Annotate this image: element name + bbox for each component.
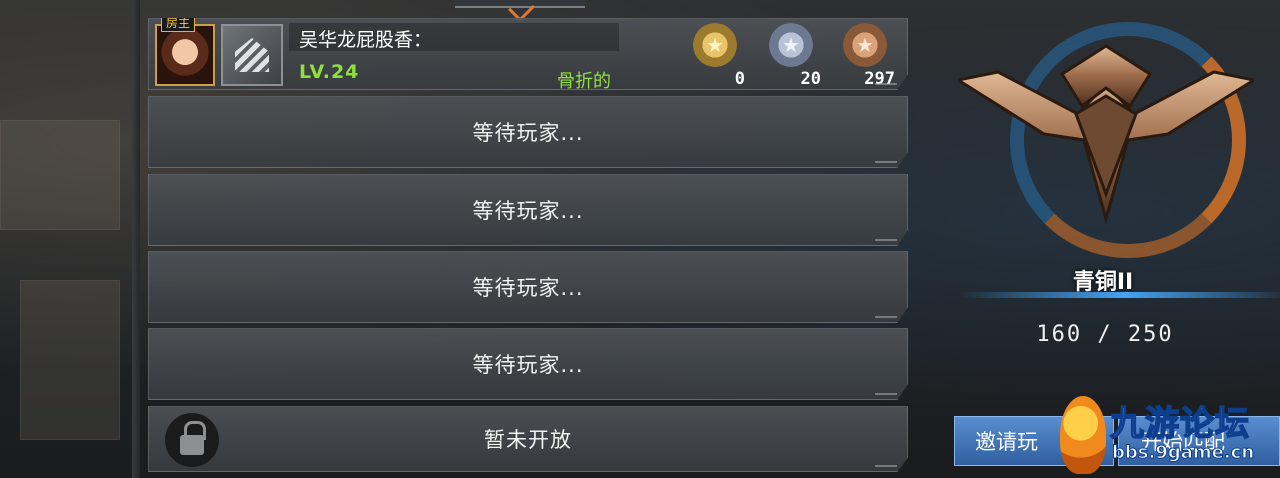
- bronze-rank-emblem-icon: [958, 44, 1254, 224]
- bronze-medal-icon: ★: [843, 23, 887, 67]
- slot-status: 等待玩家...: [472, 199, 584, 223]
- locked-slot[interactable]: 暂未开放: [148, 406, 908, 472]
- top-tab-indicator: [455, 0, 585, 8]
- background-panel: [20, 280, 120, 440]
- bronze-medal-count: 297: [864, 69, 895, 89]
- slot-status: 等待玩家...: [472, 121, 584, 145]
- mascot-icon: [1060, 396, 1106, 474]
- silver-medal-count: 20: [800, 69, 821, 89]
- guild-name: 骨折的: [557, 71, 611, 92]
- player-name: 吴华龙屁股香：: [299, 29, 433, 51]
- host-player-slot[interactable]: 房主 吴华龙屁股香： LV.24 骨折的 ★ 0 ★ 20 ★ 297: [148, 18, 908, 90]
- player-level: LV.24: [299, 61, 360, 83]
- slot-status: 等待玩家...: [472, 353, 584, 377]
- host-tag: 房主: [161, 18, 196, 32]
- watermark-brand: 九游论坛: [1109, 403, 1250, 445]
- watermark-site: bbs.9game.cn: [1111, 442, 1255, 464]
- locked-slot-label: 暂未开放: [484, 428, 572, 452]
- player-slot-4[interactable]: 等待玩家...: [148, 251, 908, 323]
- silver-medal-icon: ★: [769, 23, 813, 67]
- silver-medal: ★ 20: [761, 23, 821, 89]
- rank-progress: 160 / 250: [1036, 322, 1174, 347]
- slot-status: 等待玩家...: [472, 276, 584, 300]
- background-cabinet: [0, 120, 120, 230]
- gold-medal-count: 0: [734, 69, 745, 89]
- player-slot-5[interactable]: 等待玩家...: [148, 328, 908, 400]
- bronze-medal: ★ 297: [835, 23, 895, 89]
- watermark: 九游论坛 bbs.9game.cn: [1060, 392, 1280, 478]
- player-avatar: [155, 24, 215, 86]
- gold-medal-icon: ★: [693, 23, 737, 67]
- left-rail: [132, 0, 140, 478]
- rank-glow-line: [960, 292, 1280, 298]
- military-rank-icon: [221, 24, 283, 86]
- player-slot-3[interactable]: 等待玩家...: [148, 174, 908, 246]
- gold-medal: ★ 0: [685, 23, 745, 89]
- player-slot-2[interactable]: 等待玩家...: [148, 96, 908, 168]
